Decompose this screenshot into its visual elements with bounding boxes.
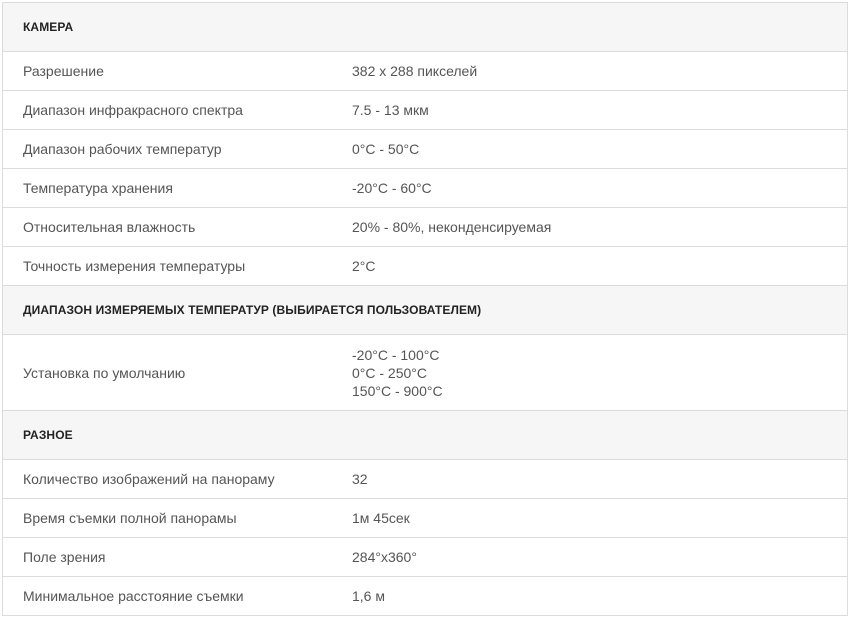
value-line: 150°C - 900°C [352,382,443,399]
value-line: 0°C - 250°C [352,364,428,381]
table-row: Диапазон инфракрасного спектра 7.5 - 13 … [3,91,847,130]
table-row: Количество изображений на панораму 32 [3,460,847,499]
row-value: 1м 45сек [352,510,410,526]
row-value: 1,6 м [352,588,385,604]
table-row: Относительная влажность 20% - 80%, некон… [3,208,847,247]
table-row: Разрешение 382 x 288 пикселей [3,52,847,91]
row-value: 284°x360° [352,549,417,565]
table-row: Установка по умолчанию -20°C - 100°C 0°C… [3,335,847,411]
row-label: Температура хранения [23,180,173,196]
row-label: Диапазон рабочих температур [23,141,222,157]
row-label: Разрешение [23,63,104,79]
row-value: -20°C - 100°C 0°C - 250°C 150°C - 900°C [352,346,847,400]
section-header-temperature-range: ДИАПАЗОН ИЗМЕРЯЕМЫХ ТЕМПЕРАТУР (ВЫБИРАЕТ… [3,286,847,335]
table-row: Диапазон рабочих температур 0°C - 50°C [3,130,847,169]
table-row: Точность измерения температуры 2°C [3,247,847,286]
row-label: Установка по умолчанию [23,364,186,381]
row-value: 0°C - 50°C [352,141,420,157]
row-value: 7.5 - 13 мкм [352,102,429,118]
row-value: 2°C [352,258,376,274]
row-value: -20°C - 60°C [352,180,432,196]
specifications-table: КАМЕРА Разрешение 382 x 288 пикселей Диа… [2,2,848,616]
section-header-camera: КАМЕРА [3,3,847,52]
table-row: Температура хранения -20°C - 60°C [3,169,847,208]
row-label: Минимальное расстояние съемки [23,588,244,604]
row-label: Относительная влажность [23,219,196,235]
row-label: Диапазон инфракрасного спектра [23,102,243,118]
value-line: -20°C - 100°C [352,346,440,363]
row-value: 32 [352,471,368,487]
table-row: Время съемки полной панорамы 1м 45сек [3,499,847,538]
row-label: Поле зрения [23,549,106,565]
table-row: Поле зрения 284°x360° [3,538,847,577]
table-row: Минимальное расстояние съемки 1,6 м [3,577,847,616]
row-value: 382 x 288 пикселей [352,63,478,79]
row-label: Точность измерения температуры [23,258,246,274]
section-header-misc: РАЗНОЕ [3,411,847,460]
row-value: 20% - 80%, неконденсируемая [352,219,552,235]
row-label: Время съемки полной панорамы [23,510,237,526]
row-label: Количество изображений на панораму [23,471,275,487]
